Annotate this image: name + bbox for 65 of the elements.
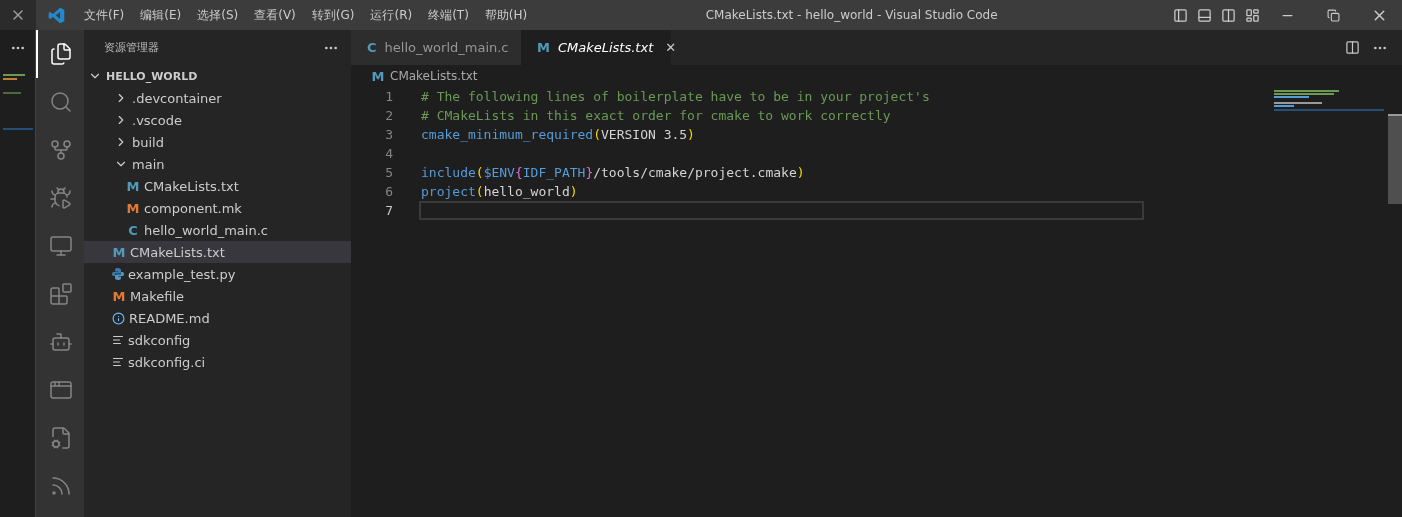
folder-item[interactable]: .devcontainer <box>84 87 351 109</box>
layout-icon[interactable] <box>1244 7 1260 23</box>
file-type-icon: C <box>126 222 140 238</box>
folder-item[interactable]: .vscode <box>84 109 351 131</box>
line-number: 4 <box>384 146 394 161</box>
file-item[interactable]: README.md <box>84 307 351 329</box>
text-lines-icon <box>112 334 124 346</box>
columns-icon[interactable] <box>1220 7 1236 23</box>
folder-item[interactable]: main <box>84 153 351 175</box>
file-item[interactable]: M CMakeLists.txt <box>84 241 351 263</box>
file-item[interactable]: M component.mk <box>84 197 351 219</box>
blocks-icon <box>49 282 73 306</box>
file-item[interactable]: example_test.py <box>84 263 351 285</box>
panel-bottom-icon[interactable] <box>1196 7 1212 23</box>
folder-item[interactable]: build <box>84 131 351 153</box>
menu-item[interactable]: 终端(T) <box>420 6 477 24</box>
bug-play-icon <box>49 186 73 210</box>
code-line: # The following lines of boilerplate have to be in your project's <box>421 89 930 104</box>
split-editor-icon[interactable] <box>1345 40 1360 55</box>
file-item[interactable]: sdkconfig.ci <box>84 351 351 373</box>
file-type-icon: M <box>112 288 126 304</box>
scrollbar-thumb[interactable] <box>1388 114 1402 204</box>
app-logo-icon <box>47 6 65 24</box>
search-icon <box>49 90 73 114</box>
window-icon <box>49 378 73 402</box>
line-number: 2 <box>384 108 394 123</box>
menu-item[interactable]: 转到(G) <box>303 6 363 24</box>
code-line: cmake_minimum_required(VERSION 3.5) <box>421 127 695 142</box>
python-icon <box>112 268 124 280</box>
menu-item[interactable]: 选择(S) <box>189 6 247 24</box>
restore-icon[interactable] <box>1326 8 1340 22</box>
file-item[interactable]: M Makefile <box>84 285 351 307</box>
breadcrumb-item[interactable]: CMakeLists.txt <box>390 69 478 83</box>
editor-tab[interactable]: C hello_world_main.c <box>351 30 521 65</box>
file-type-icon: M <box>126 200 140 216</box>
window-title: CMakeLists.txt - hello_world - Visual Studio Code <box>704 8 999 22</box>
info-icon <box>112 311 125 325</box>
menu-item[interactable]: 帮助(H) <box>476 6 536 24</box>
file-item[interactable]: sdkconfig <box>84 329 351 351</box>
monitor-icon <box>49 234 73 258</box>
file-item[interactable]: M CMakeLists.txt <box>84 175 351 197</box>
sidebar-title: 资源管理器 <box>104 40 159 55</box>
menu-item[interactable]: 查看(V) <box>246 6 304 24</box>
menu-item[interactable]: 运行(R) <box>362 6 421 24</box>
file-type-icon: M <box>126 178 140 194</box>
panel-left-icon[interactable] <box>1172 7 1188 23</box>
line-number: 1 <box>384 89 394 104</box>
folder-header[interactable]: HELLO_WORLD <box>84 65 351 87</box>
file-type-icon: M <box>112 244 126 260</box>
file-type-icon: M <box>371 68 385 84</box>
file-gear-icon <box>49 426 73 450</box>
line-number: 5 <box>384 165 394 180</box>
menu-item[interactable]: 编辑(E) <box>132 6 190 24</box>
signal-icon <box>49 474 73 498</box>
menu-item[interactable]: 文件(F) <box>76 6 133 24</box>
text-lines-icon <box>112 356 124 368</box>
branch-icon <box>49 138 73 162</box>
code-line: # CMakeLists in this exact order for cmake to work correctly <box>421 108 891 123</box>
file-item[interactable]: C hello_world_main.c <box>84 219 351 241</box>
code-line: project(hello_world) <box>421 184 578 199</box>
files-icon <box>49 42 73 66</box>
line-number: 3 <box>384 127 394 142</box>
code-line: include($ENV{IDF_PATH}/tools/cmake/project.cmake) <box>421 165 805 180</box>
line-number: 7 <box>384 203 394 218</box>
line-number: 6 <box>384 184 394 199</box>
